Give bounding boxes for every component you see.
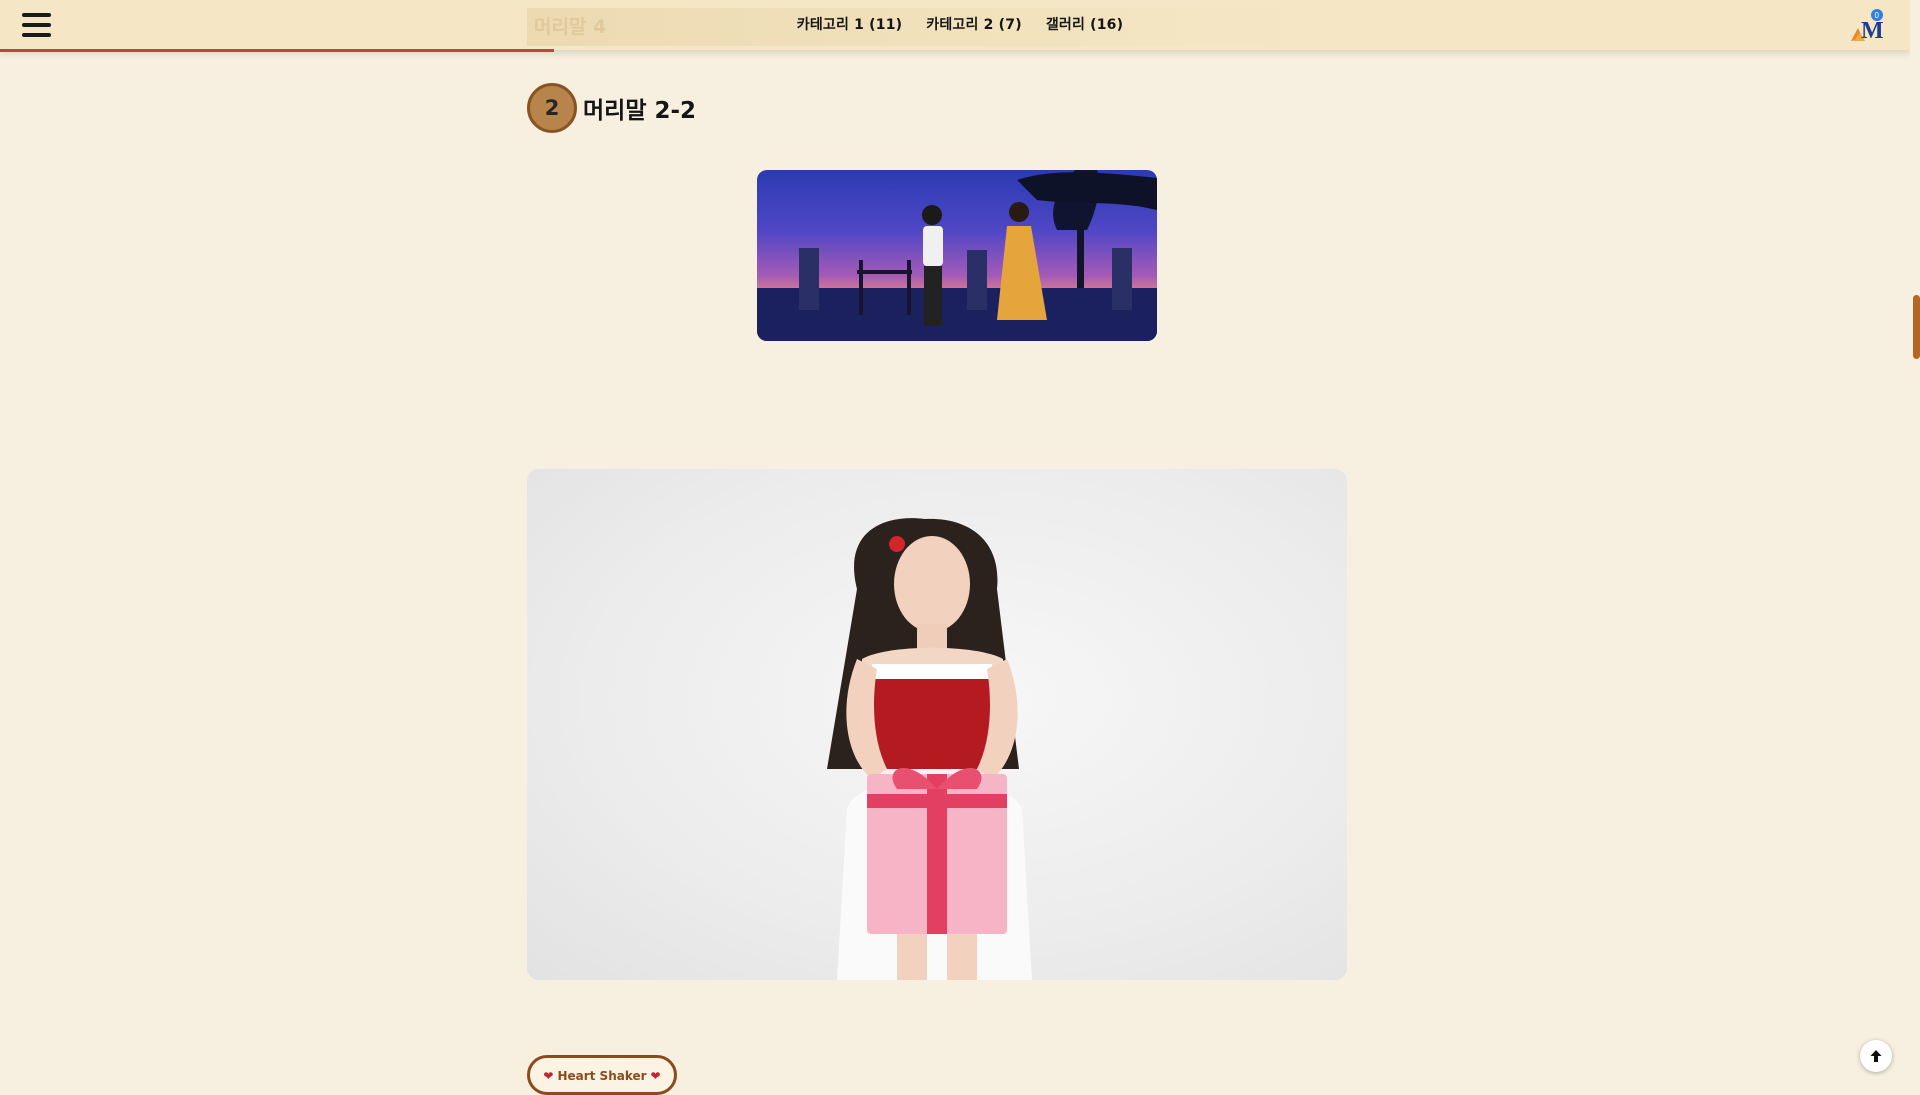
nav-item-category-1[interactable]: 카테고리 1 (11) [797, 14, 903, 34]
scrollbar-track[interactable] [1910, 0, 1920, 1080]
section-number-badge: 2 [527, 83, 577, 133]
heart-icon: ❤ [543, 1069, 554, 1083]
top-header: 머리말 4 카테고리 1 (11) 카테고리 2 (7) 갤러리 (16) M … [0, 0, 1910, 50]
nav-item-gallery[interactable]: 갤러리 (16) [1046, 14, 1123, 34]
logo-icon[interactable]: M 0 [1848, 8, 1884, 44]
nav-item-category-2[interactable]: 카테고리 2 (7) [926, 14, 1022, 34]
section-title: 머리말 2-2 [583, 98, 697, 124]
scroll-to-top-button[interactable] [1860, 1040, 1892, 1072]
heart-icon: ❤ [650, 1069, 661, 1083]
scrollbar-thumb[interactable] [1913, 295, 1920, 359]
reading-progress-bar [0, 49, 554, 52]
tag-button-heart-shaker[interactable]: ❤ Heart Shaker ❤ [527, 1055, 677, 1095]
svg-text:0: 0 [1875, 11, 1880, 20]
arrow-up-icon [1870, 1050, 1882, 1062]
tag-button-label: Heart Shaker [557, 1069, 647, 1083]
top-navigation: 카테고리 1 (11) 카테고리 2 (7) 갤러리 (16) [0, 0, 1910, 48]
portrait-image [527, 469, 1347, 980]
banner-image [757, 170, 1157, 341]
svg-text:M: M [1861, 18, 1884, 44]
section-heading: 2 머리말 2-2 [527, 83, 696, 133]
